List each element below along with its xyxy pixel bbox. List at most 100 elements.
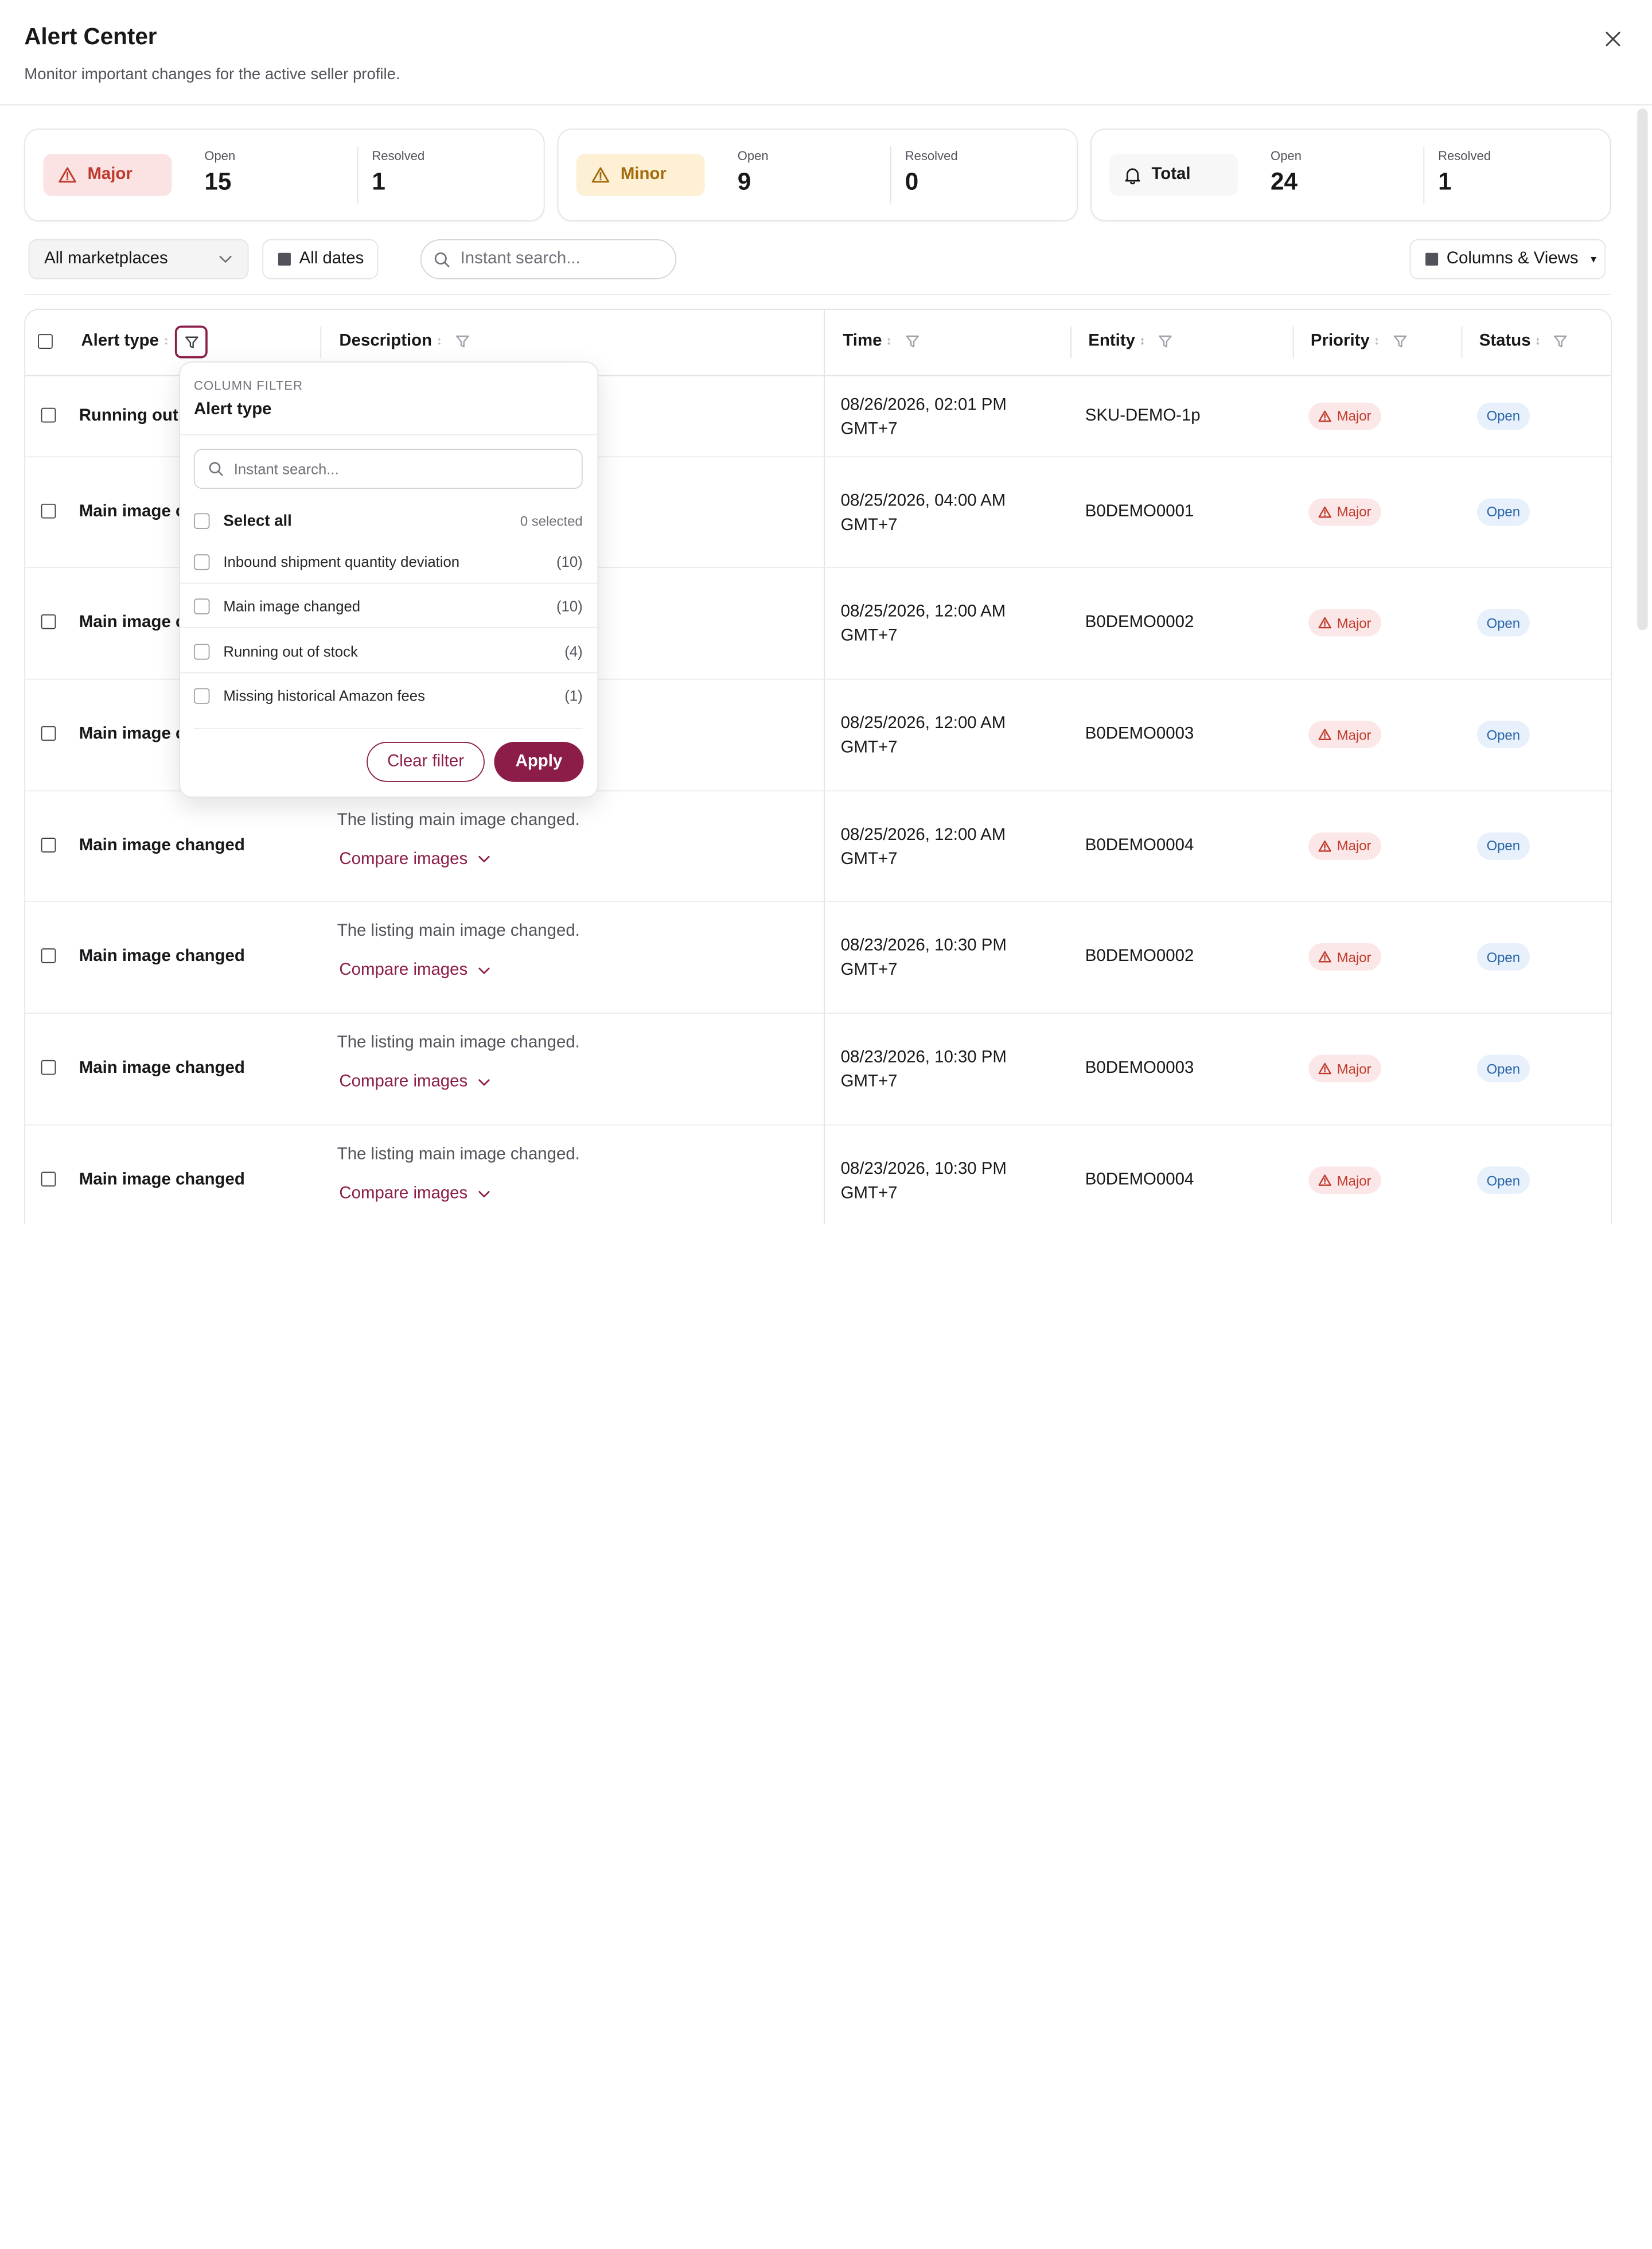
compare-images-link[interactable]: Compare images — [339, 961, 490, 980]
row-checkbox[interactable] — [41, 614, 56, 629]
time-cell: 08/25/2026, 12:00 AM GMT+7 — [841, 600, 1006, 648]
col-alert-type-label: Alert type — [81, 332, 159, 350]
col-entity[interactable]: Entity ↕ — [1088, 332, 1172, 351]
filter-option[interactable]: Main image changed (10) — [193, 585, 583, 627]
major-pill[interactable]: Major — [43, 154, 172, 196]
total-resolved-count: 1 — [1438, 168, 1452, 195]
filter-icon — [185, 336, 198, 348]
col-description[interactable]: Description ↕ — [339, 332, 469, 351]
col-status-label: Status — [1479, 332, 1531, 350]
caret-down-icon: ▼ — [1588, 254, 1599, 265]
total-pill[interactable]: Total — [1109, 154, 1238, 196]
filter-option[interactable]: Missing historical Amazon fees (1) — [193, 674, 583, 716]
selected-count: 0 selected — [520, 512, 583, 529]
select-all-checkbox[interactable] — [193, 512, 210, 529]
row-checkbox[interactable] — [41, 503, 56, 518]
major-resolved-count: 1 — [372, 168, 385, 195]
total-open-count: 24 — [1271, 168, 1298, 195]
minor-pill[interactable]: Minor — [576, 154, 705, 196]
table-row[interactable]: Main image changed The listing main image… — [25, 791, 1611, 902]
sort-icon[interactable]: ↕ — [1374, 335, 1380, 348]
time-cell: 08/23/2026, 10:30 PM GMT+7 — [841, 1045, 1007, 1094]
table-row[interactable]: Main image changed The listing main image… — [25, 901, 1611, 1014]
status-badge: Open — [1477, 1055, 1530, 1083]
alert-type-cell: Main image c — [79, 725, 185, 743]
row-checkbox[interactable] — [41, 1060, 56, 1075]
date-filter-label: All dates — [299, 250, 364, 268]
status-badge: Open — [1477, 1166, 1530, 1194]
close-button[interactable] — [1599, 25, 1627, 53]
col-alert-type[interactable]: Alert type ↕ — [81, 332, 169, 351]
popup-divider — [180, 627, 598, 628]
compare-images-link[interactable]: Compare images — [339, 1184, 490, 1203]
filter-icon[interactable] — [1553, 334, 1568, 349]
row-checkbox[interactable] — [41, 407, 56, 422]
time-cell: 08/26/2026, 02:01 PM GMT+7 — [841, 392, 1007, 441]
priority-badge: Major — [1308, 609, 1381, 637]
row-checkbox[interactable] — [41, 1172, 56, 1187]
column-filter-label: COLUMN FILTER — [193, 378, 303, 394]
description-cell: The listing main image changed. — [337, 1033, 580, 1052]
time-date: 08/25/2026, 12:00 AM — [840, 602, 1006, 621]
filter-option-checkbox[interactable] — [193, 598, 210, 614]
search-input[interactable]: Instant search... — [420, 239, 677, 279]
compare-images-link[interactable]: Compare images — [339, 1073, 490, 1092]
marketplace-select[interactable]: All marketplaces — [28, 239, 249, 279]
filter-search-input[interactable]: Instant search... — [193, 449, 583, 489]
sort-icon[interactable]: ↕ — [886, 335, 892, 348]
row-checkbox[interactable] — [41, 837, 56, 852]
apply-button[interactable]: Apply — [494, 742, 584, 782]
col-entity-label: Entity — [1088, 332, 1135, 350]
col-status[interactable]: Status ↕ — [1479, 332, 1568, 351]
filter-icon[interactable] — [1158, 334, 1172, 349]
clear-filter-button[interactable]: Clear filter — [367, 742, 485, 782]
filter-option-label: Missing historical Amazon fees — [223, 687, 425, 704]
filter-select-all[interactable]: Select all 0 selected — [193, 500, 583, 542]
time-zone: GMT+7 — [840, 850, 898, 868]
filter-option-checkbox[interactable] — [193, 687, 210, 703]
priority-badge: Major — [1308, 943, 1381, 971]
status-badge: Open — [1477, 609, 1530, 637]
warning-icon — [1318, 729, 1331, 740]
select-all-rows-checkbox[interactable] — [38, 334, 53, 349]
sort-icon[interactable]: ↕ — [1535, 335, 1541, 348]
filter-option[interactable]: Running out of stock (4) — [193, 630, 583, 672]
filter-icon[interactable] — [1392, 334, 1407, 349]
time-cell: 08/23/2026, 10:30 PM GMT+7 — [841, 933, 1007, 982]
description-cell: The listing main image changed. — [337, 1145, 580, 1164]
search-icon — [434, 252, 450, 267]
columns-views-button[interactable]: Columns & Views ▼ — [1409, 239, 1606, 279]
chevron-down-icon — [478, 855, 490, 862]
entity-cell: B0DEMO0001 — [1085, 502, 1194, 520]
row-checkbox[interactable] — [41, 726, 56, 741]
time-date: 08/25/2026, 04:00 AM — [840, 491, 1006, 510]
alert-type-filter-button[interactable] — [174, 325, 208, 359]
priority-label: Major — [1337, 948, 1372, 965]
col-priority[interactable]: Priority ↕ — [1311, 332, 1407, 351]
stat-card-total: Total Open 24 Resolved 1 — [1090, 129, 1611, 221]
sort-icon[interactable]: ↕ — [163, 335, 169, 348]
priority-badge: Major — [1308, 721, 1381, 749]
popup-divider — [180, 672, 598, 674]
table-row[interactable]: Main image changed The listing main image… — [25, 1013, 1611, 1126]
sort-icon[interactable]: ↕ — [436, 335, 442, 348]
scrollbar[interactable] — [1637, 108, 1648, 631]
filter-icon[interactable] — [455, 334, 470, 349]
priority-badge: Major — [1308, 402, 1381, 430]
page-title: Alert Center — [24, 23, 157, 50]
filter-option-checkbox[interactable] — [193, 643, 210, 659]
row-checkbox[interactable] — [41, 948, 56, 963]
compare-images-link[interactable]: Compare images — [339, 850, 490, 869]
filter-option-checkbox[interactable] — [193, 554, 210, 570]
warning-icon — [1318, 1063, 1331, 1075]
filter-icon[interactable] — [905, 334, 919, 349]
table-row[interactable]: Main image changed The listing main image… — [25, 1124, 1611, 1224]
time-zone: GMT+7 — [840, 1072, 898, 1091]
alert-type-cell: Main image changed — [79, 1059, 245, 1077]
date-filter-button[interactable]: All dates — [262, 239, 379, 279]
entity-cell: B0DEMO0003 — [1085, 725, 1194, 743]
sort-icon[interactable]: ↕ — [1139, 335, 1145, 348]
col-time[interactable]: Time ↕ — [843, 332, 919, 351]
filter-option[interactable]: Inbound shipment quantity deviation (10) — [193, 540, 583, 582]
entity-cell: B0DEMO0003 — [1085, 1059, 1194, 1077]
